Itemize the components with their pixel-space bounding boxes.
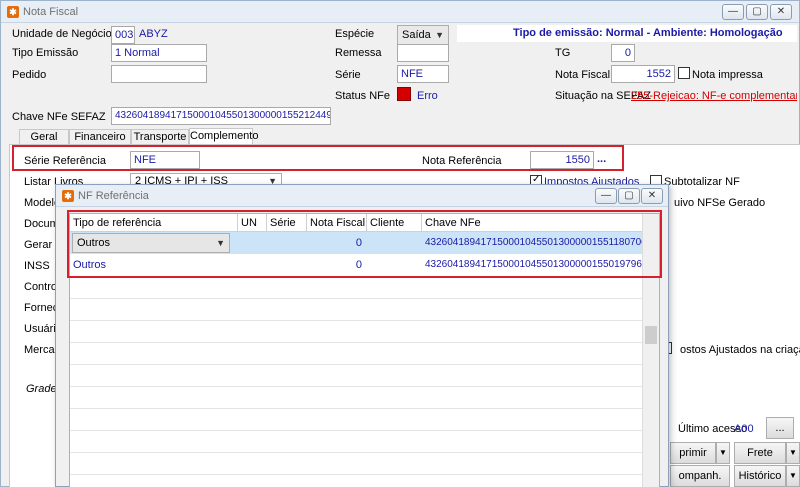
serie-label: Série (335, 69, 361, 81)
unidade-name: ABYZ (139, 28, 168, 40)
emissao-banner: Tipo de emissão: Normal - Ambiente: Homo… (457, 25, 797, 42)
maximize-button[interactable]: ▢ (746, 4, 768, 20)
remessa-field[interactable] (397, 44, 449, 62)
tab-transporte[interactable]: Transporte (131, 129, 189, 145)
nota-fiscal-field[interactable]: 1552 (611, 65, 675, 83)
nota-impressa-checkbox[interactable] (678, 67, 690, 79)
especie-label: Espécie (335, 28, 375, 40)
row-divider (70, 320, 643, 321)
status-indicator (397, 87, 411, 101)
imprimir-dropdown[interactable]: ▼ (716, 442, 730, 464)
minimize-button[interactable]: — (722, 4, 744, 20)
tipo-emissao-field[interactable]: 1 Normal (111, 44, 207, 62)
status-label: Status NFe (335, 90, 391, 102)
row-divider (70, 364, 643, 365)
especie-value: Saída (402, 29, 431, 41)
nota-impressa-label: Nota impressa (692, 69, 763, 81)
dialog-maximize-button[interactable]: ▢ (618, 188, 640, 204)
tab-geral[interactable]: Geral (19, 129, 69, 145)
subtotalizar-label: Subtotalizar NF (664, 176, 740, 188)
acompanh-button[interactable]: ompanh. (670, 465, 730, 487)
dialog-app-icon: ✱ (62, 190, 74, 202)
row-divider (70, 342, 643, 343)
ultimo-acesso-button[interactable]: ... (766, 417, 794, 439)
dialog-close-button[interactable]: ✕ (641, 188, 663, 204)
unidade-label: Unidade de Negócio (12, 28, 112, 40)
status-value: Erro (417, 90, 438, 102)
close-button[interactable]: ✕ (770, 4, 792, 20)
window-title: Nota Fiscal (23, 6, 79, 18)
inss-label: INSS (24, 260, 50, 272)
nf-referencia-dialog: ✱ NF Referência — ▢ ✕ Tipo de referência… (55, 184, 669, 487)
tab-complemento[interactable]: Complemento (189, 128, 258, 145)
tipo-emissao-label: Tipo Emissão (12, 47, 79, 59)
imprimir-button[interactable]: primir (670, 442, 716, 464)
remessa-label: Remessa (335, 47, 382, 59)
historico-button[interactable]: Histórico (734, 465, 786, 487)
app-icon: ✱ (7, 6, 19, 18)
frete-neg-button[interactable]: Frete Neg. (734, 442, 786, 479)
situacao-link[interactable]: 255-Rejeicao: NF-e complementar possui m (631, 90, 797, 102)
dialog-title-bar: ✱ NF Referência — ▢ ✕ (56, 185, 668, 207)
scrollbar-thumb[interactable] (645, 326, 657, 344)
tab-financeiro[interactable]: Financeiro (69, 129, 131, 145)
dialog-minimize-button[interactable]: — (595, 188, 617, 204)
title-bar: ✱ Nota Fiscal — ▢ ✕ (1, 1, 799, 23)
highlight-box-grid (67, 210, 662, 278)
chave-field[interactable]: 4326041894171500010455013000001552124493… (111, 107, 331, 125)
impostos-criacao-label: ostos Ajustados na criação (680, 344, 800, 356)
tg-label: TG (555, 47, 571, 59)
nota-fiscal-label: Nota Fiscal (555, 69, 611, 81)
tg-field[interactable]: 0 (611, 44, 635, 62)
especie-select[interactable]: Saída ▼ (397, 25, 449, 45)
nfse-gerado-label: uivo NFSe Gerado (674, 197, 766, 209)
row-divider (70, 474, 643, 475)
frete-neg-dropdown[interactable]: ▼ (786, 442, 800, 464)
grade-label: Grade (26, 383, 57, 395)
historico-dropdown[interactable]: ▼ (786, 465, 800, 487)
ultimo-acesso-value: A00 (734, 423, 754, 435)
highlight-box-referencia (12, 145, 624, 171)
row-divider (70, 386, 643, 387)
row-divider (70, 452, 643, 453)
row-divider (70, 408, 643, 409)
dialog-title: NF Referência (78, 190, 149, 202)
chevron-down-icon: ▼ (435, 30, 444, 40)
emissao-info: Tipo de emissão: Normal - Ambiente: Homo… (513, 27, 783, 39)
unidade-code-field[interactable]: 003 (111, 26, 135, 44)
row-divider (70, 430, 643, 431)
pedido-field[interactable] (111, 65, 207, 83)
chave-label: Chave NFe SEFAZ (12, 111, 106, 123)
pedido-label: Pedido (12, 69, 47, 81)
serie-field[interactable]: NFE (397, 65, 449, 83)
row-divider (70, 298, 643, 299)
